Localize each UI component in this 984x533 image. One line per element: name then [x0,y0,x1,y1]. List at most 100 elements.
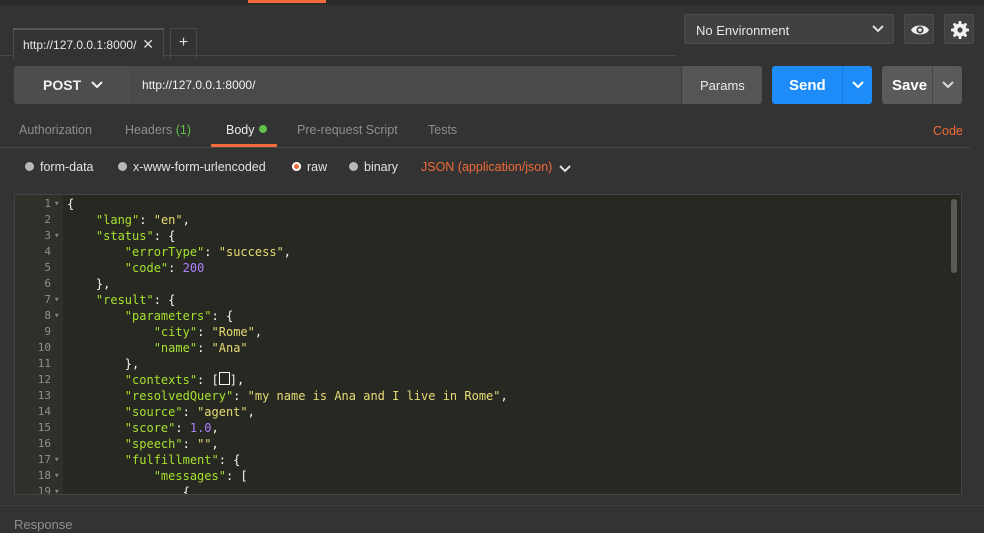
request-section-tabs: Authorization Headers (1) Body Pre-reque… [0,113,970,148]
url-input[interactable]: http://127.0.0.1:8000/ [130,66,681,104]
code-text: "fulfillment": { [124,453,241,467]
radio-raw[interactable]: raw [292,160,327,174]
fold-toggle-icon[interactable]: ▾ [54,308,59,324]
code-text: "parameters": { [124,309,234,323]
editor-line[interactable]: 12 "contexts": [], [15,372,961,388]
fold-toggle-icon[interactable]: ▾ [54,196,59,212]
fold-toggle-icon[interactable]: ▾ [54,468,59,484]
divider [0,505,984,506]
content-type-select[interactable]: JSON (application/json) [421,160,552,174]
save-options-button[interactable] [932,66,962,104]
params-label: Params [700,78,745,93]
editor-line[interactable]: 11 }, [15,356,961,372]
headers-count: (1) [175,123,192,137]
radio-label: x-www-form-urlencoded [133,160,266,174]
chevron-down-icon[interactable] [558,162,572,181]
line-number: 14 [37,405,51,418]
params-button[interactable]: Params [681,66,762,104]
radio-form-data[interactable]: form-data [25,160,94,174]
editor-line[interactable]: 17 ▾ "fulfillment": { [15,452,961,468]
radio-circle [118,162,127,171]
line-number: 12 [37,373,51,386]
generate-code-link[interactable]: Code [933,124,963,138]
fold-toggle-icon[interactable]: ▾ [54,452,59,468]
tab-body-label: Body [226,123,255,137]
code-text: "errorType": "success", [124,245,292,259]
environment-value: No Environment [696,23,790,38]
code-text: "name": "Ana" [153,341,248,355]
close-icon[interactable]: ✕ [142,36,154,53]
radio-circle [25,162,34,171]
editor-line[interactable]: 3 ▾ "status": { [15,228,961,244]
code-text: }, [67,277,111,291]
line-number: 18 [37,469,51,482]
method-value: POST [43,77,82,93]
new-tab-button[interactable]: + [170,28,197,59]
editor-scrollbar[interactable] [951,199,957,273]
code-text: "lang": "en", [95,213,190,227]
editor-line[interactable]: 4 "errorType": "success", [15,244,961,260]
send-label: Send [789,77,826,94]
editor-line[interactable]: 1 ▾ { [15,196,961,212]
line-number: 9 [44,325,51,338]
code-text: "speech": "", [124,437,219,451]
code-text: "result": { [95,293,176,307]
editor-line[interactable]: 15 "score": 1.0, [15,420,961,436]
editor-line[interactable]: 6 }, [15,276,961,292]
environment-select[interactable]: No Environment [684,14,894,44]
line-number: 8 [44,309,51,322]
save-label: Save [892,77,928,94]
line-number: 5 [44,261,51,274]
radio-binary[interactable]: binary [349,160,398,174]
body-editor[interactable]: 1 ▾{2 "lang": "en", 3 ▾ "status": {4 "error… [14,194,962,495]
radio-circle-selected [292,162,301,171]
editor-line[interactable]: 2 "lang": "en", [15,212,961,228]
radio-x-www-form-urlencoded[interactable]: x-www-form-urlencoded [118,160,266,174]
editor-line[interactable]: 8 ▾ "parameters": { [15,308,961,324]
editor-line[interactable]: 18 ▾ "messages": [ [15,468,961,484]
tab-pre-request-script[interactable]: Pre-request Script [297,123,398,137]
line-number: 16 [37,437,51,450]
tab-authorization[interactable]: Authorization [19,123,92,137]
editor-line[interactable]: 7 ▾ "result": { [15,292,961,308]
manage-environments-button[interactable] [944,14,974,44]
editor-line[interactable]: 13 "resolvedQuery": "my name is Ana and … [15,388,961,404]
code-text: "contexts": [], [124,372,245,387]
line-number: 19 [37,485,51,495]
send-button[interactable]: Send [772,66,842,104]
line-number: 7 [44,293,51,306]
code-text: "score": 1.0, [124,421,219,435]
send-options-button[interactable] [842,66,872,104]
code-text: { [67,485,190,495]
editor-line[interactable]: 19 ▾ { [15,484,961,495]
active-indicator [248,0,326,3]
response-section-label: Response [14,517,73,532]
request-tab[interactable]: http://127.0.0.1:8000/ ✕ [13,28,164,59]
environment-quick-look-button[interactable] [904,14,934,44]
line-number: 15 [37,421,51,434]
fold-toggle-icon[interactable]: ▾ [54,484,59,494]
code-text: "code": 200 [124,261,205,275]
save-button[interactable]: Save [882,66,932,104]
code-text: "resolvedQuery": "my name is Ana and I l… [124,389,508,403]
editor-line[interactable]: 14 "source": "agent", [15,404,961,420]
method-select[interactable]: POST [14,66,130,104]
editor-line[interactable]: 10 "name": "Ana" [15,340,961,356]
active-tab-underline [211,144,277,147]
line-number: 4 [44,245,51,258]
line-number: 17 [37,453,51,466]
editor-line[interactable]: 9 "city": "Rome", [15,324,961,340]
code-text: }, [67,357,140,371]
editor-line[interactable]: 5 "code": 200 [15,260,961,276]
editor-line[interactable]: 16 "speech": "", [15,436,961,452]
line-number: 2 [44,213,51,226]
tab-headers-label: Headers [125,123,173,137]
tab-tests[interactable]: Tests [428,123,457,137]
fold-toggle-icon[interactable]: ▾ [54,228,59,244]
tab-body[interactable]: Body [226,123,267,137]
tab-headers[interactable]: Headers (1) [125,123,191,137]
fold-toggle-icon[interactable]: ▾ [54,292,59,308]
line-number: 3 [44,229,51,242]
code-text: "status": { [95,229,176,243]
line-number: 13 [37,389,51,402]
